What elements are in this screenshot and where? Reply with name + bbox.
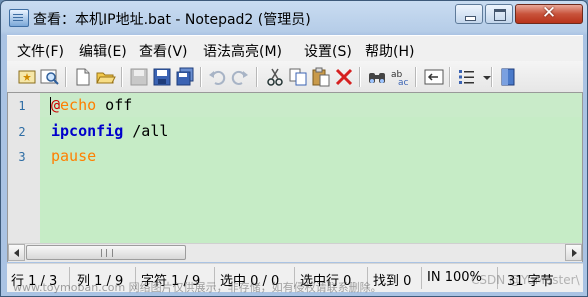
svg-text:ac: ac — [398, 78, 409, 87]
line-number: 1 — [18, 99, 26, 113]
toolbar-separator — [256, 67, 258, 87]
dropdown-arrow-icon[interactable] — [477, 67, 491, 87]
delete-icon[interactable] — [334, 67, 354, 87]
notepad2-window: 查看：本机IP地址.bat - Notepad2 (管理员) ✕ 文件(F) 编… — [0, 0, 588, 297]
code-area[interactable]: @echo off ipconfig /all pause — [40, 93, 582, 243]
menu-syntax[interactable]: 语法高亮(M) — [203, 41, 282, 61]
toolbar-separator — [491, 67, 493, 87]
line-number: 3 — [18, 150, 26, 164]
editor-pane[interactable]: 1 2 3 @echo off ipconfig /all pause — [7, 92, 583, 262]
toolbar-separator — [449, 67, 451, 87]
close-icon: ✕ — [541, 3, 557, 23]
toolbar-separator — [200, 67, 202, 87]
keyword-echo: echo — [60, 96, 97, 114]
menu-file[interactable]: 文件(F) — [17, 41, 64, 61]
open-file-icon[interactable] — [96, 67, 116, 87]
code-text: off — [96, 96, 133, 114]
code-line: ipconfig /all — [51, 122, 168, 140]
save-as-icon[interactable] — [175, 67, 195, 87]
replace-icon[interactable]: ab ac — [390, 67, 410, 87]
word-wrap-icon[interactable] — [424, 67, 444, 87]
window-title: 查看：本机IP地址.bat - Notepad2 (管理员) — [33, 12, 311, 28]
cut-icon[interactable] — [265, 67, 285, 87]
title-bar[interactable]: 查看：本机IP地址.bat - Notepad2 (管理员) ✕ — [1, 1, 587, 35]
toolbar: ab ac — [7, 61, 583, 93]
toolbar-separator — [415, 67, 417, 87]
notepad-app-icon[interactable] — [9, 9, 29, 27]
code-line: @echo off — [51, 96, 132, 114]
scroll-right-button[interactable] — [565, 244, 582, 261]
grip-icon — [101, 249, 113, 257]
keyword-ipconfig: ipconfig — [51, 122, 124, 140]
paste-icon[interactable] — [311, 67, 331, 87]
menu-help[interactable]: 帮助(H) — [365, 41, 414, 61]
text-caret — [50, 97, 51, 115]
find-icon[interactable] — [367, 67, 387, 87]
minimize-button[interactable] — [455, 4, 483, 24]
scroll-left-button[interactable] — [8, 244, 25, 261]
toolbar-separator — [65, 67, 67, 87]
code-line: pause — [51, 147, 96, 165]
watermark-credit: CSDN @YuMaster\ — [471, 273, 580, 287]
line-number: 2 — [18, 125, 26, 139]
redo-icon[interactable] — [230, 67, 250, 87]
menu-view[interactable]: 查看(V) — [139, 41, 188, 61]
keyword-pause: pause — [51, 147, 97, 165]
exit-icon[interactable] — [499, 67, 519, 87]
code-text: /all — [123, 122, 169, 140]
toolbar-separator — [121, 67, 123, 87]
right-arrow-icon — [572, 249, 577, 257]
horizontal-scrollbar[interactable] — [8, 243, 582, 262]
copy-icon[interactable] — [288, 67, 308, 87]
maximize-icon — [494, 9, 506, 21]
at-symbol: @ — [51, 96, 61, 114]
menu-edit[interactable]: 编辑(E) — [79, 41, 127, 61]
new-file-icon[interactable] — [73, 67, 93, 87]
left-arrow-icon — [14, 249, 19, 257]
menu-bar: 文件(F) 编辑(E) 查看(V) 语法高亮(M) 设置(S) 帮助(H) — [7, 35, 583, 62]
minimize-icon — [465, 16, 476, 21]
undo-icon[interactable] — [207, 67, 227, 87]
browse-icon[interactable] — [40, 67, 60, 87]
toolbar-separator — [359, 67, 361, 87]
maximize-button[interactable] — [485, 4, 513, 24]
save-icon[interactable] — [152, 67, 172, 87]
line-number-gutter: 1 2 3 — [8, 93, 40, 243]
menu-settings[interactable]: 设置(S) — [304, 41, 352, 61]
close-button[interactable]: ✕ — [515, 3, 583, 24]
scroll-thumb[interactable] — [26, 245, 186, 260]
list-options-icon[interactable] — [457, 67, 477, 87]
new-window-icon[interactable] — [17, 67, 37, 87]
save-disabled-icon[interactable] — [129, 67, 149, 87]
